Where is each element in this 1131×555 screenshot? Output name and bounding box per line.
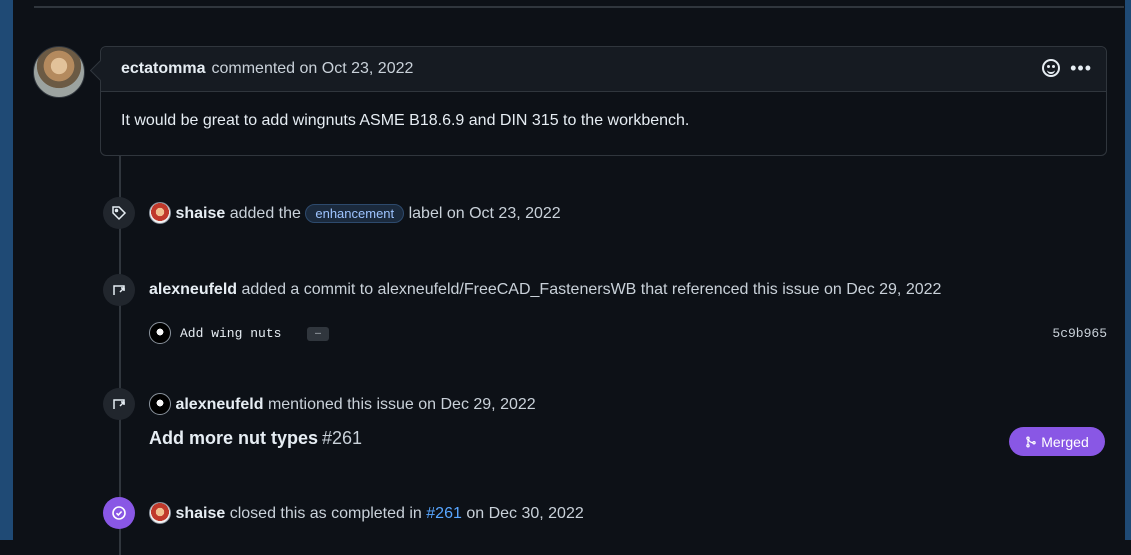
comment-body: It would be great to add wingnuts ASME B…: [121, 112, 690, 129]
expand-commit-button[interactable]: …: [307, 327, 329, 341]
pr-link[interactable]: Add more nut types #261: [149, 428, 362, 449]
label-event: shaise added the enhancement label on Oc…: [149, 202, 561, 225]
window-frame-left: [0, 0, 13, 540]
event-actor[interactable]: shaise: [175, 505, 225, 522]
avatar[interactable]: [149, 393, 171, 415]
commit-sha[interactable]: 5c9b965: [1052, 326, 1107, 341]
event-actor[interactable]: alexneufeld: [149, 281, 237, 298]
event-text: on Dec 30, 2022: [466, 505, 584, 523]
merged-label: Merged: [1041, 433, 1089, 450]
git-merge-icon: [1026, 436, 1036, 447]
comment-timestamp[interactable]: commented on Oct 23, 2022: [211, 60, 413, 78]
merged-status-badge: Merged: [1009, 427, 1105, 456]
check-circle-icon: [103, 497, 135, 529]
cross-reference-icon: [103, 274, 135, 306]
commit-event: alexneufeld added a commit to alexneufel…: [149, 281, 941, 299]
pr-title[interactable]: Add more nut types: [149, 428, 318, 448]
avatar[interactable]: [33, 46, 85, 98]
avatar[interactable]: [149, 502, 171, 524]
pr-link[interactable]: #261: [426, 505, 462, 522]
label-badge[interactable]: enhancement: [305, 203, 405, 223]
comment-actions: •••: [1042, 59, 1092, 77]
event-actor[interactable]: alexneufeld: [175, 396, 263, 413]
event-text: closed this as completed in: [229, 505, 422, 523]
event-text[interactable]: added a commit to alexneufeld/FreeCAD_Fa…: [241, 281, 941, 298]
mention-event: alexneufeld mentioned this issue on Dec …: [149, 393, 536, 416]
comment-author[interactable]: ectatomma: [121, 60, 205, 78]
cross-reference-icon: [103, 388, 135, 420]
event-text: label on Oct 23, 2022: [408, 205, 561, 223]
comment-box: ectatomma commented on Oct 23, 2022 ••• …: [100, 46, 1107, 156]
event-text: mentioned this issue on Dec 29, 2022: [267, 396, 536, 414]
divider: [34, 6, 1124, 8]
event-text: added the: [229, 205, 301, 223]
smiley-icon[interactable]: [1042, 59, 1061, 77]
tag-icon: [103, 197, 135, 229]
event-actor[interactable]: shaise: [175, 205, 225, 222]
pr-number[interactable]: #261: [322, 428, 362, 448]
kebab-icon[interactable]: •••: [1070, 59, 1092, 77]
close-event: shaise closed this as completed in #261 …: [149, 502, 584, 525]
commit-message[interactable]: Add wing nuts: [180, 326, 281, 341]
commit-row: Add wing nuts … 5c9b965: [149, 321, 1107, 345]
avatar[interactable]: [149, 202, 171, 224]
comment-header: ectatomma commented on Oct 23, 2022 •••: [101, 47, 1106, 92]
window-frame-right: [1125, 0, 1131, 540]
avatar[interactable]: [149, 322, 171, 344]
